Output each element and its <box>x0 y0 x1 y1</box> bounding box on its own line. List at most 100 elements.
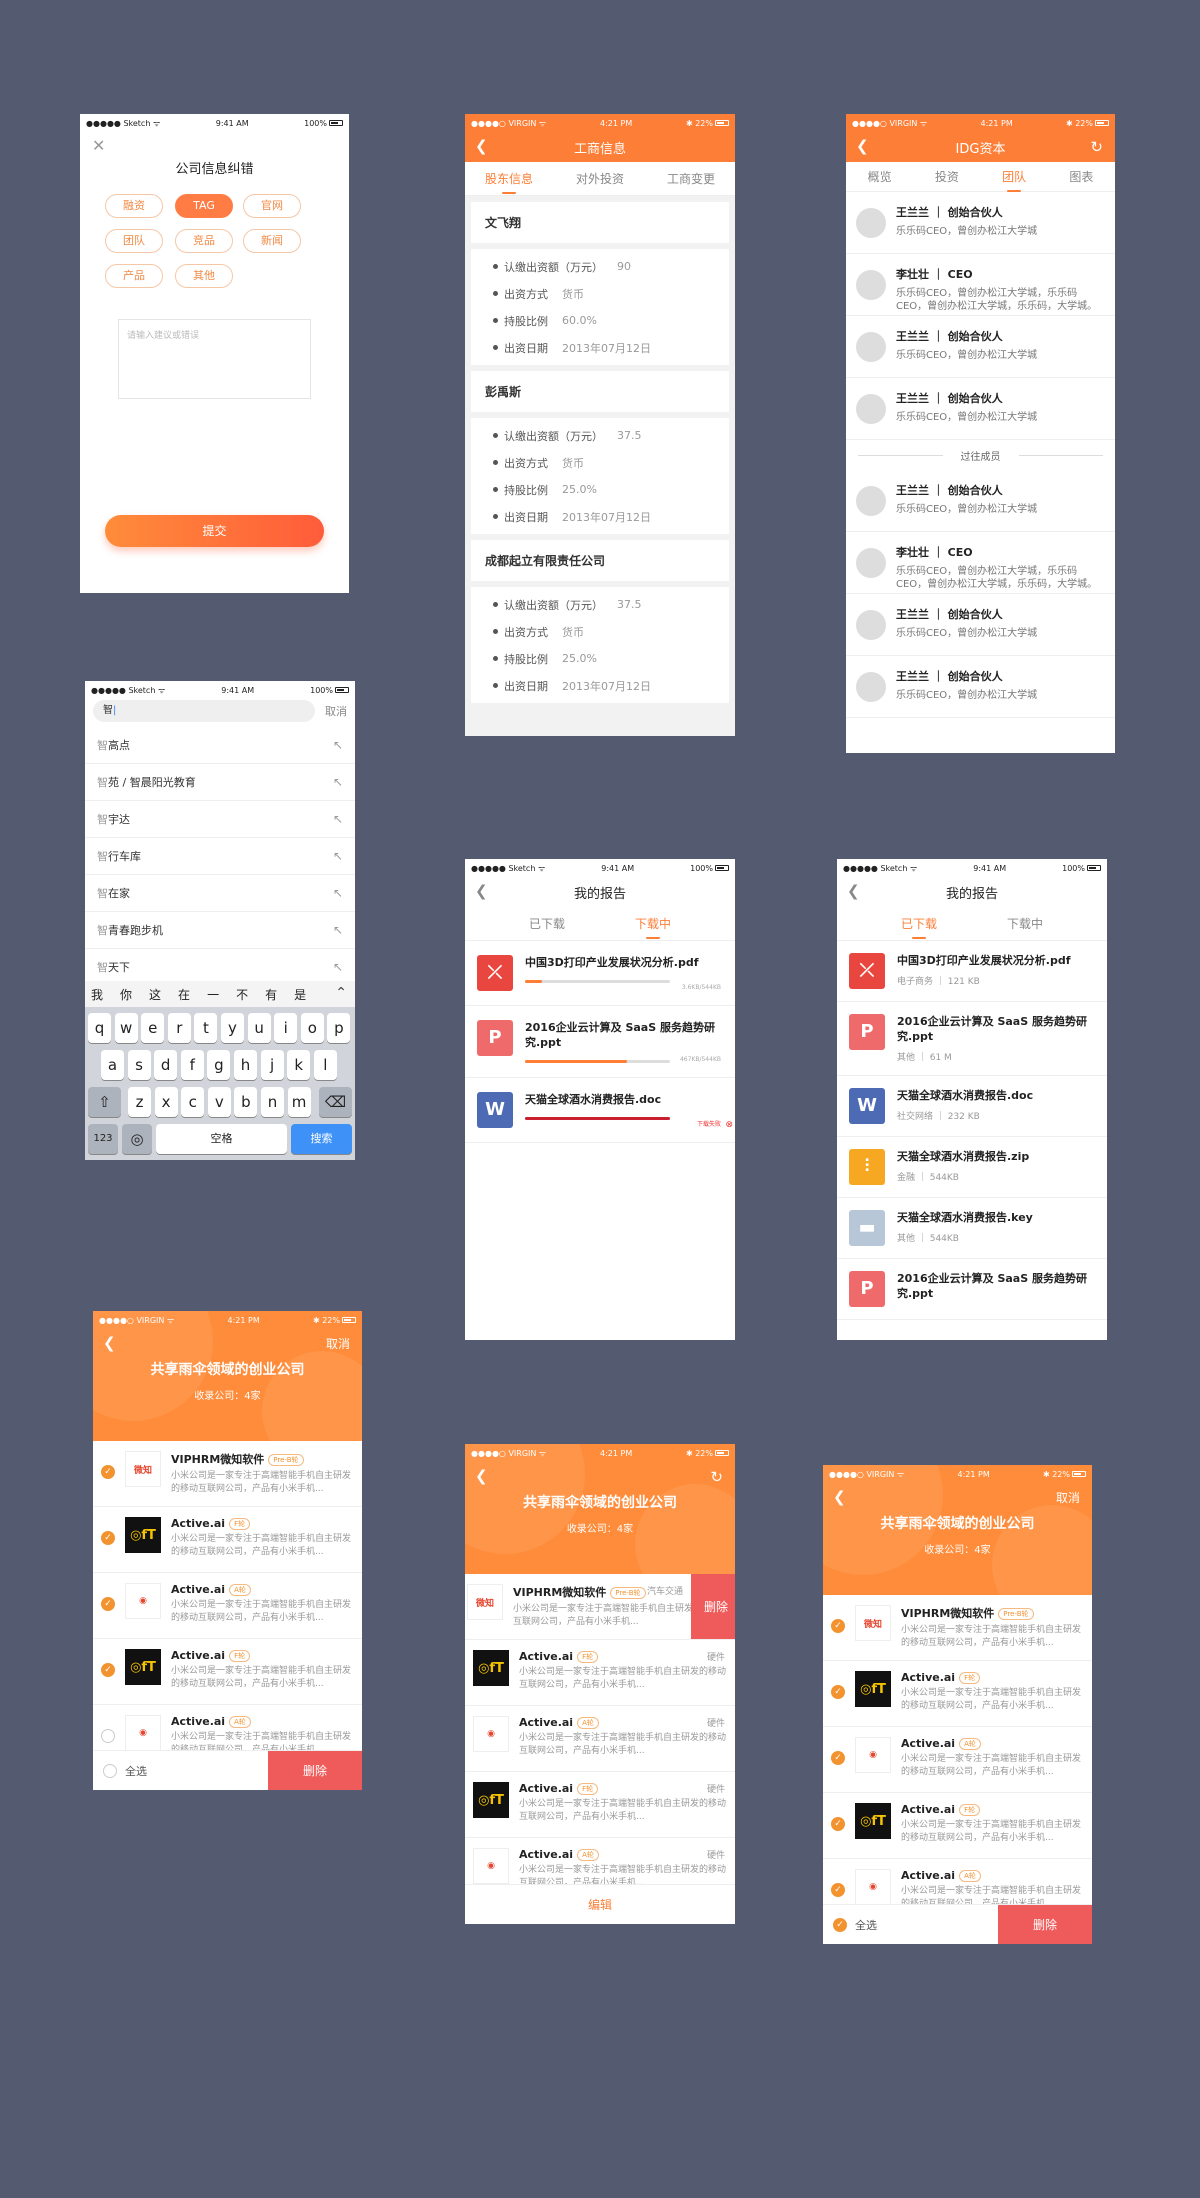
report-item[interactable]: ⤫ 中国3D打印产业发展状况分析.pdf 电子商务 ｜ 121 KB <box>837 941 1107 1002</box>
chip-5[interactable]: 新闻 <box>243 229 301 253</box>
key-c[interactable]: c <box>181 1087 205 1117</box>
report-item[interactable]: ⫶ 天猫全球酒水消费报告.zip 金融 ｜ 544KB <box>837 1137 1107 1198</box>
report-item[interactable]: P 2016企业云计算及 SaaS 服务趋势研究.ppt 其他 ｜ 61 M <box>837 1002 1107 1076</box>
checkbox[interactable]: ✓ <box>101 1597 115 1611</box>
key-h[interactable]: h <box>234 1050 257 1080</box>
candidate[interactable]: 不 <box>236 986 248 1003</box>
company-item[interactable]: ◎fT Active.ai F轮 小米公司是一家专注于高端智能手机自主研发的移动互联网… <box>465 1640 735 1706</box>
candidate[interactable]: 有 <box>265 986 277 1003</box>
select-all-checkbox[interactable]: ✓ <box>833 1917 847 1932</box>
company-item[interactable]: ✓ ◉ Active.aiA轮小米公司是一家专注于高端智能手机自主研发的移动互联网公… <box>823 1727 1092 1793</box>
suggestion-item[interactable]: 智在家 ↖ <box>85 875 355 912</box>
back-icon[interactable]: ❮ <box>475 884 488 899</box>
company-item[interactable]: ✓ 微知 VIPHRM微知软件 Pre-B轮 小米公司是一家专注于高端智能手机自主研发的… <box>93 1441 362 1507</box>
company-item[interactable]: ✓ ◉ Active.aiA轮小米公司是一家专注于高端智能手机自主研发的移动互联网公… <box>93 1573 362 1639</box>
numbers-key[interactable]: 123 <box>88 1124 118 1154</box>
key-e[interactable]: e <box>141 1013 165 1043</box>
cancel-button[interactable]: 取消 <box>325 703 347 719</box>
key-q[interactable]: q <box>88 1013 111 1043</box>
download-item[interactable]: W 天猫全球酒水消费报告.doc 下载失败 ⊗ <box>465 1078 735 1143</box>
key-z[interactable]: z <box>128 1087 151 1117</box>
tab-1[interactable]: 下载中 <box>1007 915 1043 932</box>
key-m[interactable]: m <box>287 1087 311 1117</box>
tab-1[interactable]: 对外投资 <box>576 170 624 187</box>
candidate[interactable]: 一 <box>207 986 219 1003</box>
key-w[interactable]: w <box>114 1013 138 1043</box>
chevron-up-icon[interactable]: ⌃ <box>335 985 347 1001</box>
key-r[interactable]: r <box>167 1013 191 1043</box>
tab-0[interactable]: 概览 <box>868 168 892 185</box>
checkbox[interactable]: ✓ <box>831 1685 845 1699</box>
key-o[interactable]: o <box>300 1013 324 1043</box>
member-item[interactable]: 李壮壮 ｜ CEO 乐乐码CEO，曾创办松江大学城，乐乐码CEO，曾创办松江大学城… <box>846 254 1115 316</box>
key-d[interactable]: d <box>154 1050 178 1080</box>
download-item[interactable]: ⤫ 中国3D打印产业发展状况分析.pdf 3.6KB/544KB <box>465 941 735 1006</box>
space-key[interactable]: 空格 <box>156 1124 287 1154</box>
arrow-up-left-icon[interactable]: ↖ <box>333 923 343 937</box>
search-input[interactable]: 智| <box>93 700 315 722</box>
key-u[interactable]: u <box>247 1013 271 1043</box>
edit-button[interactable]: 编辑 <box>588 1896 612 1913</box>
report-item[interactable]: ▬ 天猫全球酒水消费报告.key 其他 ｜ 544KB <box>837 1198 1107 1259</box>
candidate[interactable]: 我 <box>91 986 103 1003</box>
candidate[interactable]: 你 <box>120 986 132 1003</box>
company-item[interactable]: ◎fT Active.ai F轮 小米公司是一家专注于高端智能手机自主研发的移动互联网… <box>465 1772 735 1838</box>
arrow-up-left-icon[interactable]: ↖ <box>333 886 343 900</box>
suggestion-item[interactable]: 智宇达 ↖ <box>85 801 355 838</box>
delete-button[interactable]: 删除 <box>998 1905 1092 1944</box>
key-k[interactable]: k <box>287 1050 311 1080</box>
download-item[interactable]: P 2016企业云计算及 SaaS 服务趋势研究.ppt 467KB/544KB <box>465 1006 735 1078</box>
checkbox[interactable]: ✓ <box>101 1465 115 1479</box>
checkbox[interactable]: ✓ <box>831 1751 845 1765</box>
chip-6[interactable]: 产品 <box>105 264 163 288</box>
checkbox[interactable]: ✓ <box>831 1619 845 1633</box>
company-item[interactable]: ✓ ◎fT Active.ai F轮 小米公司是一家专注于高端智能手机自主研发的移动互联… <box>823 1661 1092 1727</box>
key-f[interactable]: f <box>180 1050 204 1080</box>
member-item[interactable]: 王兰兰 ｜ 创始合伙人 乐乐码CEO，曾创办松江大学城 <box>846 378 1115 440</box>
key-y[interactable]: y <box>221 1013 244 1043</box>
key-v[interactable]: v <box>207 1087 231 1117</box>
arrow-up-left-icon[interactable]: ↖ <box>333 738 343 752</box>
arrow-up-left-icon[interactable]: ↖ <box>333 849 343 863</box>
key-b[interactable]: b <box>234 1087 258 1117</box>
suggestion-item[interactable]: 智苑 / 智晨阳光教育 ↖ <box>85 764 355 801</box>
company-item[interactable]: ✓ ◎fT Active.ai F轮 小米公司是一家专注于高端智能手机自主研发的移动互联… <box>93 1639 362 1705</box>
report-item[interactable]: W 天猫全球酒水消费报告.doc 社交网络 ｜ 232 KB <box>837 1076 1107 1137</box>
arrow-up-left-icon[interactable]: ↖ <box>333 775 343 789</box>
close-icon[interactable]: ✕ <box>92 136 105 155</box>
candidate[interactable]: 这 <box>149 986 161 1003</box>
shift-key[interactable]: ⇧ <box>88 1087 121 1117</box>
candidate[interactable]: 是 <box>294 986 306 1003</box>
key-l[interactable]: l <box>313 1050 337 1080</box>
chip-7[interactable]: 其他 <box>175 264 233 288</box>
error-icon[interactable]: ⊗ <box>725 1120 733 1130</box>
tab-1[interactable]: 下载中 <box>635 915 671 939</box>
company-item[interactable]: ✓ ◎fT Active.ai F轮 小米公司是一家专注于高端智能手机自主研发的移动互联… <box>823 1793 1092 1859</box>
share-icon[interactable]: ↻ <box>1090 138 1103 156</box>
checkbox[interactable] <box>101 1729 115 1743</box>
globe-icon[interactable]: ◎ <box>122 1124 152 1154</box>
company-item[interactable]: ◉ Active.aiA轮小米公司是一家专注于高端智能手机自主研发的移动互联网公司… <box>465 1706 735 1772</box>
suggestion-item[interactable]: 智高点 ↖ <box>85 727 355 764</box>
tab-3[interactable]: 图表 <box>1069 168 1093 185</box>
member-item[interactable]: 李壮壮 ｜ CEO 乐乐码CEO，曾创办松江大学城，乐乐码CEO，曾创办松江大学城… <box>846 532 1115 594</box>
key-t[interactable]: t <box>194 1013 218 1043</box>
delete-button[interactable]: 删除 <box>268 1751 362 1790</box>
member-item[interactable]: 王兰兰 ｜ 创始合伙人 乐乐码CEO，曾创办松江大学城 <box>846 192 1115 254</box>
company-item[interactable]: ✓ ◎fT Active.ai F轮 小米公司是一家专注于高端智能手机自主研发的移动互联… <box>93 1507 362 1573</box>
report-item[interactable]: P 2016企业云计算及 SaaS 服务趋势研究.ppt <box>837 1259 1107 1320</box>
chip-2[interactable]: 官网 <box>243 194 301 218</box>
cancel-button[interactable]: 取消 <box>326 1335 350 1352</box>
arrow-up-left-icon[interactable]: ↖ <box>333 960 343 974</box>
cancel-button[interactable]: 取消 <box>1056 1489 1080 1506</box>
key-j[interactable]: j <box>260 1050 284 1080</box>
tab-1[interactable]: 投资 <box>935 168 959 185</box>
suggestion-item[interactable]: 智青春跑步机 ↖ <box>85 912 355 949</box>
company-item[interactable]: ✓ 微知 VIPHRM微知软件 Pre-B轮 小米公司是一家专注于高端智能手机自主研发的… <box>823 1595 1092 1661</box>
key-i[interactable]: i <box>274 1013 298 1043</box>
chip-4[interactable]: 竞品 <box>175 229 233 253</box>
member-item[interactable]: 王兰兰 ｜ 创始合伙人 乐乐码CEO，曾创办松江大学城 <box>846 656 1115 718</box>
chip-0[interactable]: 融资 <box>105 194 163 218</box>
tab-2[interactable]: 团队 <box>1002 168 1026 192</box>
key-p[interactable]: p <box>327 1013 351 1043</box>
